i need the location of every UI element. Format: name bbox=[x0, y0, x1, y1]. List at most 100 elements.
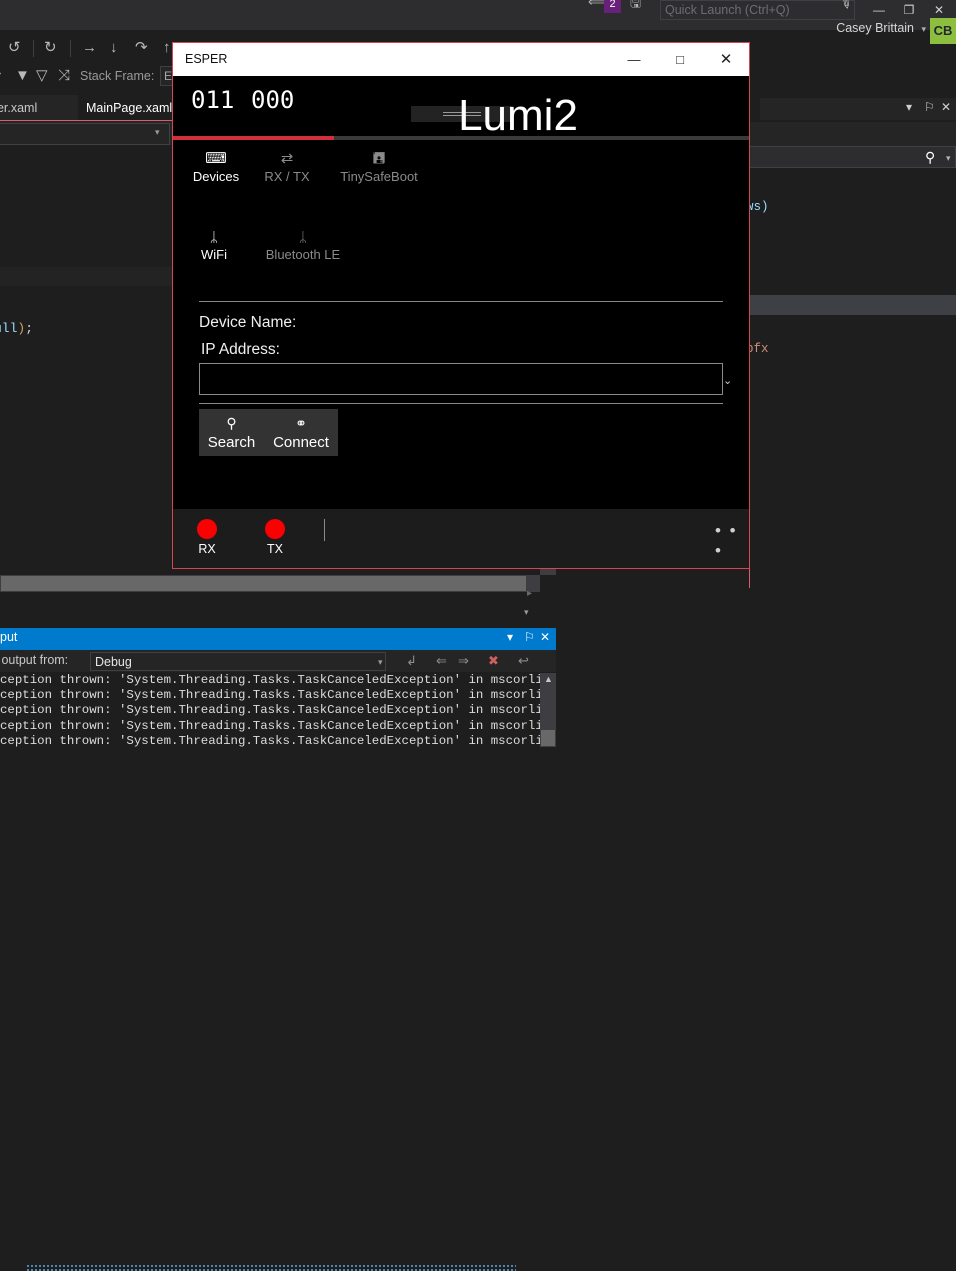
output-line: ception thrown: 'System.Threading.Tasks.… bbox=[0, 673, 540, 688]
stack-frame-label: Stack Frame: bbox=[80, 62, 154, 90]
hot-reload-icon[interactable]: ↻ bbox=[44, 34, 57, 62]
toolbar-separator bbox=[33, 40, 34, 57]
scroll-up-icon[interactable]: ▲ bbox=[544, 674, 553, 684]
divider-bottom bbox=[199, 403, 723, 404]
tab-tinysafeboot[interactable]: 🖪 TinySafeBoot bbox=[325, 149, 433, 185]
output-scrollbar-thumb[interactable] bbox=[541, 730, 555, 746]
right-pane-pin-icon[interactable]: ⚐ bbox=[924, 100, 935, 114]
toolbar-separator bbox=[70, 40, 71, 57]
progress-bar-fill bbox=[173, 136, 334, 140]
notification-badge[interactable]: 2 bbox=[604, 0, 621, 13]
account-caret-icon[interactable]: ▾ bbox=[921, 24, 926, 35]
step-into-icon[interactable]: ↓ bbox=[110, 34, 118, 62]
vs-member-combo[interactable] bbox=[0, 123, 170, 145]
subtab-bluetooth-le[interactable]: ᛦ Bluetooth LE bbox=[245, 227, 361, 263]
pane-accent-line bbox=[0, 120, 172, 121]
clear-all-icon[interactable]: ↲ bbox=[406, 653, 417, 669]
search-button[interactable]: ⚲ Search bbox=[199, 413, 264, 453]
expander-arrow-icon[interactable]: ▸ bbox=[527, 588, 532, 599]
search-button-label: Search bbox=[199, 433, 264, 453]
device-name-label: Device Name: bbox=[199, 314, 296, 332]
quick-launch-input[interactable]: Quick Launch (Ctrl+Q) bbox=[660, 0, 855, 20]
esper-header: 011 000 Lumi2 bbox=[173, 76, 749, 136]
toolbar-caret-icon[interactable]: ▾ bbox=[0, 62, 1, 90]
devices-icon: ⌨ bbox=[183, 149, 249, 169]
chevron-down-icon[interactable]: ⌄ bbox=[723, 374, 732, 387]
tx-label: TX bbox=[255, 542, 295, 556]
rx-tx-icon: ⇄ bbox=[249, 149, 325, 169]
bluetooth-le-icon: ᛦ bbox=[245, 227, 361, 247]
go-to-next-icon[interactable]: ⇒ bbox=[458, 653, 469, 669]
output-pane-body[interactable]: ception thrown: 'System.Threading.Tasks.… bbox=[0, 673, 540, 747]
clear-output-icon[interactable]: ✖ bbox=[488, 653, 499, 669]
step-out-icon[interactable]: ↑ bbox=[163, 34, 171, 62]
editor-horizontal-scrollbar-thumb[interactable] bbox=[1, 576, 526, 591]
tab-tinysafeboot-label: TinySafeBoot bbox=[325, 169, 433, 185]
output-line: ception thrown: 'System.Threading.Tasks.… bbox=[0, 734, 540, 747]
code-token-identifier: ull bbox=[0, 321, 17, 336]
step-return-icon[interactable]: ↷ bbox=[135, 34, 148, 62]
output-line: ception thrown: 'System.Threading.Tasks.… bbox=[0, 719, 540, 734]
rx-led-indicator bbox=[197, 519, 217, 539]
save-all-icon[interactable]: 🖫 bbox=[630, 0, 641, 16]
search-icon[interactable]: ⚲ bbox=[925, 149, 935, 166]
toggle-wordwrap-icon[interactable]: ↩ bbox=[518, 653, 529, 669]
output-line: ception thrown: 'System.Threading.Tasks.… bbox=[0, 703, 540, 718]
connect-button-label: Connect bbox=[262, 433, 340, 453]
output-line: ception thrown: 'System.Threading.Tasks.… bbox=[0, 688, 540, 703]
vs-tab-der-xaml[interactable]: der.xaml bbox=[0, 95, 45, 121]
output-pin-icon[interactable]: ⚐ bbox=[524, 630, 535, 644]
output-close-icon[interactable]: ✕ bbox=[540, 630, 550, 644]
output-source-combo[interactable]: Debug bbox=[90, 652, 386, 671]
right-pane-selected-row[interactable] bbox=[744, 295, 956, 315]
esper-content: ⌨ Devices ⇄ RX / TX 🖪 TinySafeBoot ᛦ WiF… bbox=[173, 141, 749, 509]
esper-main-tabs: ⌨ Devices ⇄ RX / TX 🖪 TinySafeBoot bbox=[173, 141, 749, 189]
shuffle-icon[interactable]: ⤨ bbox=[58, 62, 70, 90]
chevron-down-icon[interactable]: ▾ bbox=[378, 657, 383, 668]
search-caret-icon[interactable]: ▾ bbox=[946, 153, 951, 164]
filter-clear-icon[interactable]: ▽ bbox=[36, 62, 48, 90]
tx-led-indicator bbox=[265, 519, 285, 539]
filter-icon[interactable]: ▼ bbox=[15, 62, 30, 90]
subtab-bluetooth-le-label: Bluetooth LE bbox=[245, 247, 361, 263]
restart-icon[interactable]: ↺ bbox=[8, 34, 21, 62]
ip-address-label: IP Address: bbox=[201, 341, 280, 359]
code-line: ull); bbox=[0, 321, 33, 336]
esper-sub-tabs: ᛦ WiFi ᛦ Bluetooth LE bbox=[173, 213, 749, 257]
brand-title: Lumi2 bbox=[353, 92, 683, 140]
scroll-down-icon[interactable]: ▾ bbox=[524, 607, 529, 618]
avatar[interactable]: CB bbox=[930, 18, 956, 44]
esper-window-title: ESPER bbox=[185, 52, 227, 66]
esper-close-button[interactable]: ✕ bbox=[703, 43, 749, 76]
counter-left: 011 bbox=[191, 86, 234, 114]
account-name[interactable]: Casey Brittain bbox=[836, 21, 914, 35]
overflow-menu-icon[interactable]: • • • bbox=[715, 521, 749, 561]
vs-tab-mainpage-xaml[interactable]: MainPage.xaml bbox=[78, 95, 180, 121]
right-pane-close-icon[interactable]: ✕ bbox=[941, 100, 951, 114]
go-to-previous-icon[interactable]: ⇐ bbox=[436, 653, 447, 669]
tab-rx-tx[interactable]: ⇄ RX / TX bbox=[249, 149, 325, 185]
vs-titlebar: ⟸ 2 🖫 Quick Launch (Ctrl+Q) ✎ — ❐ ✕ Case… bbox=[0, 0, 956, 30]
step-over-icon[interactable]: → bbox=[82, 34, 97, 62]
subtab-wifi[interactable]: ᛦ WiFi bbox=[187, 227, 241, 263]
progress-bar-track bbox=[334, 136, 749, 140]
output-caret-icon[interactable]: ▾ bbox=[507, 630, 513, 644]
vs-minimize-button[interactable]: — bbox=[866, 0, 892, 20]
ip-address-combo[interactable]: ⌄ bbox=[199, 363, 723, 395]
vs-close-button[interactable]: ✕ bbox=[926, 0, 952, 20]
esper-titlebar[interactable]: ESPER — □ ✕ bbox=[173, 43, 749, 76]
esper-minimize-button[interactable]: — bbox=[611, 43, 657, 76]
console-text-caret[interactable] bbox=[324, 519, 325, 541]
output-pane-drag-dots[interactable] bbox=[26, 1264, 516, 1271]
tab-devices[interactable]: ⌨ Devices bbox=[183, 149, 249, 185]
chevron-down-icon[interactable]: ▾ bbox=[155, 127, 160, 138]
subtab-wifi-label: WiFi bbox=[187, 247, 241, 263]
right-pane-caret-icon[interactable]: ▾ bbox=[906, 100, 912, 114]
vs-restore-button[interactable]: ❐ bbox=[896, 0, 922, 20]
connect-button[interactable]: ⚭ Connect bbox=[262, 413, 340, 453]
show-output-from-label: ow output from: bbox=[0, 653, 68, 667]
right-pane-body[interactable]: ws) pfx bbox=[744, 168, 956, 588]
esper-maximize-button[interactable]: □ bbox=[657, 43, 703, 76]
esper-app-window[interactable]: ESPER — □ ✕ 011 000 Lumi2 ⌨ Devices ⇄ RX… bbox=[172, 42, 750, 569]
output-pane-title: put bbox=[0, 630, 17, 644]
